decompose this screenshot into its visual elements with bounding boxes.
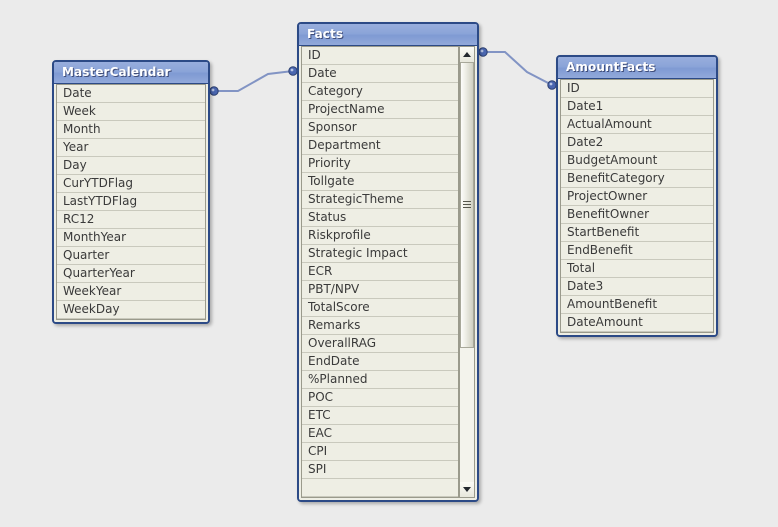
scrollbar-thumb-facts[interactable]	[460, 62, 474, 348]
field-row[interactable]: %Planned	[302, 371, 458, 389]
scrollbar-grip-icon	[463, 201, 471, 209]
field-row[interactable]: EndDate	[302, 353, 458, 371]
field-row[interactable]: TotalScore	[302, 299, 458, 317]
field-row[interactable]: WeekYear	[57, 283, 205, 301]
field-row[interactable]: Month	[57, 121, 205, 139]
field-row[interactable]: POC	[302, 389, 458, 407]
scroll-down-arrow-icon[interactable]	[460, 482, 474, 497]
scroll-up-arrow-icon[interactable]	[460, 47, 474, 62]
field-row[interactable]: BudgetAmount	[561, 152, 713, 170]
field-row[interactable]: ETC	[302, 407, 458, 425]
field-row[interactable]: PBT/NPV	[302, 281, 458, 299]
field-row[interactable]: Date1	[561, 98, 713, 116]
field-row[interactable]: OverallRAG	[302, 335, 458, 353]
table-title-mastercalendar[interactable]: MasterCalendar	[54, 62, 208, 84]
table-body-mastercalendar: Date Week Month Year Day CurYTDFlag LastYTDFla…	[54, 84, 208, 322]
field-row[interactable]: Week	[57, 103, 205, 121]
field-row[interactable]: EAC	[302, 425, 458, 443]
link-mastercalendar-facts-target-dot[interactable]	[288, 66, 298, 76]
field-row[interactable]: ProjectName	[302, 101, 458, 119]
field-row[interactable]: QuarterYear	[57, 265, 205, 283]
field-row[interactable]: Sponsor	[302, 119, 458, 137]
link-facts-amountfacts-source-dot[interactable]	[478, 47, 488, 57]
field-row[interactable]: StartBenefit	[561, 224, 713, 242]
table-mastercalendar[interactable]: MasterCalendar Date Week Month Year Day CurYTD…	[52, 60, 210, 324]
field-row[interactable]: Date	[57, 85, 205, 103]
field-row[interactable]: Date2	[561, 134, 713, 152]
data-model-canvas[interactable]: MasterCalendar Date Week Month Year Day CurYTD…	[0, 0, 778, 527]
field-row[interactable]: Tollgate	[302, 173, 458, 191]
field-list-amountfacts: ID Date1 ActualAmount Date2 BudgetAmount Bene…	[561, 80, 713, 332]
field-row[interactable]: CPI	[302, 443, 458, 461]
field-row[interactable]: Day	[57, 157, 205, 175]
chevron-down-icon	[463, 487, 471, 492]
field-row[interactable]: Total	[561, 260, 713, 278]
field-row[interactable]: WeekDay	[57, 301, 205, 319]
field-row[interactable]: Quarter	[57, 247, 205, 265]
field-row[interactable]: MonthYear	[57, 229, 205, 247]
field-row[interactable]: Date	[302, 65, 458, 83]
field-row[interactable]: RC12	[57, 211, 205, 229]
field-row[interactable]: LastYTDFlag	[57, 193, 205, 211]
field-list-frame-amountfacts: ID Date1 ActualAmount Date2 BudgetAmount Bene…	[560, 79, 714, 333]
link-facts-amountfacts-target-dot[interactable]	[547, 80, 557, 90]
field-row[interactable]: BenefitCategory	[561, 170, 713, 188]
field-row[interactable]: Strategic Impact	[302, 245, 458, 263]
field-row[interactable]: AmountBenefit	[561, 296, 713, 314]
field-row[interactable]: ID	[302, 47, 458, 65]
field-row[interactable]: Status	[302, 209, 458, 227]
table-body-facts: ID Date Category ProjectName Sponsor Departme…	[299, 46, 477, 500]
field-list-mastercalendar: Date Week Month Year Day CurYTDFlag LastYTDFla…	[57, 85, 205, 319]
field-row[interactable]: Remarks	[302, 317, 458, 335]
field-row[interactable]: ECR	[302, 263, 458, 281]
field-list-frame-facts: ID Date Category ProjectName Sponsor Departme…	[301, 46, 459, 498]
field-row[interactable]: DateAmount	[561, 314, 713, 332]
field-row[interactable]: Department	[302, 137, 458, 155]
field-row[interactable]: StrategicTheme	[302, 191, 458, 209]
table-amountfacts[interactable]: AmountFacts ID Date1 ActualAmount Date2 Budge…	[556, 55, 718, 337]
field-row[interactable]: Date3	[561, 278, 713, 296]
chevron-up-icon	[463, 52, 471, 57]
field-row[interactable]: ActualAmount	[561, 116, 713, 134]
vertical-scrollbar-facts[interactable]	[459, 46, 475, 498]
field-row[interactable]: Riskprofile	[302, 227, 458, 245]
field-row[interactable]: Priority	[302, 155, 458, 173]
link-mastercalendar-facts[interactable]	[214, 70, 294, 92]
field-row[interactable]: Category	[302, 83, 458, 101]
field-row[interactable]: Year	[57, 139, 205, 157]
field-list-facts: ID Date Category ProjectName Sponsor Departme…	[302, 47, 458, 497]
table-body-amountfacts: ID Date1 ActualAmount Date2 BudgetAmount Bene…	[558, 79, 716, 335]
table-title-facts[interactable]: Facts	[299, 24, 477, 46]
link-mastercalendar-facts-source-dot[interactable]	[209, 86, 219, 96]
field-row-blank[interactable]	[302, 479, 458, 497]
link-facts-amountfacts[interactable]	[483, 51, 553, 86]
scrollbar-track-facts[interactable]	[460, 62, 474, 482]
field-row[interactable]: SPI	[302, 461, 458, 479]
field-row[interactable]: BenefitOwner	[561, 206, 713, 224]
table-title-amountfacts[interactable]: AmountFacts	[558, 57, 716, 79]
field-row[interactable]: ID	[561, 80, 713, 98]
field-row[interactable]: CurYTDFlag	[57, 175, 205, 193]
field-row[interactable]: ProjectOwner	[561, 188, 713, 206]
field-list-frame-mastercalendar: Date Week Month Year Day CurYTDFlag LastYTDFla…	[56, 84, 206, 320]
table-facts[interactable]: Facts ID Date Category ProjectName Sponsor Dep…	[297, 22, 479, 502]
field-row[interactable]: EndBenefit	[561, 242, 713, 260]
